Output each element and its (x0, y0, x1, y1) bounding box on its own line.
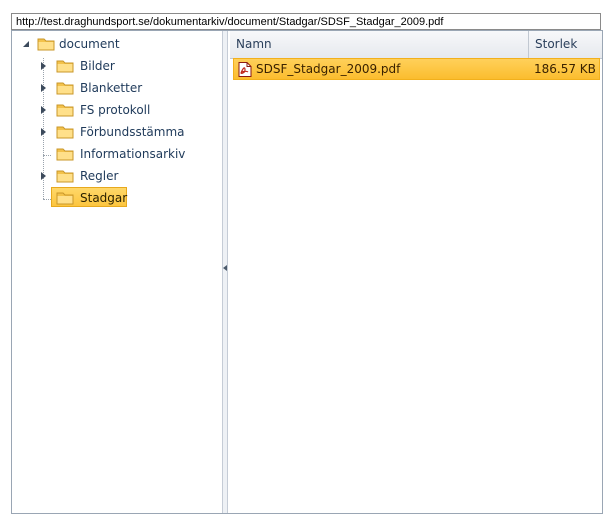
expand-arrow-icon[interactable] (40, 106, 48, 114)
tree-node-label: Stadgar (80, 191, 128, 205)
folder-icon (56, 104, 74, 117)
folder-icon (37, 38, 55, 51)
column-header-name[interactable]: Namn (230, 31, 529, 58)
tree-connector-line (43, 199, 51, 200)
folder-icon (56, 126, 74, 139)
folder-icon (56, 82, 74, 95)
url-field[interactable]: http://test.draghundsport.se/dokumentark… (11, 13, 601, 30)
tree-node-label: Regler (80, 169, 119, 183)
pdf-icon (238, 62, 252, 77)
folder-icon (56, 148, 74, 161)
grid-header: Namn Storlek (230, 31, 602, 59)
tree-node-label: Bilder (80, 59, 115, 73)
file-row[interactable]: SDSF_Stadgar_2009.pdf 186.57 KB (233, 58, 600, 80)
file-grid: Namn Storlek SDSF_Stadgar_2009.pdf 186.5… (230, 31, 602, 513)
tree-node-label: Förbundsstämma (80, 125, 185, 139)
pane-splitter[interactable] (222, 31, 228, 513)
tree-node-fs-protokoll[interactable]: FS protokoll (40, 100, 202, 120)
tree-node-label: FS protokoll (80, 103, 151, 117)
expand-arrow-icon[interactable] (40, 128, 48, 136)
file-name: SDSF_Stadgar_2009.pdf (256, 62, 401, 76)
file-explorer: document Bilder Blanketter FS protokoll … (11, 30, 603, 514)
folder-icon (56, 60, 74, 73)
tree-node-stadgar[interactable]: Stadgar (51, 187, 134, 208)
collapse-grip-icon[interactable] (223, 265, 227, 271)
tree-node-informationsarkiv[interactable]: Informationsarkiv (42, 144, 212, 164)
expand-arrow-icon[interactable] (40, 84, 48, 92)
tree-node-document[interactable]: document (22, 34, 172, 54)
folder-icon (56, 192, 74, 205)
tree-node-label: Informationsarkiv (80, 147, 186, 161)
file-size: 186.57 KB (534, 62, 596, 76)
column-header-size[interactable]: Storlek (529, 31, 602, 58)
collapse-arrow-icon[interactable] (22, 40, 30, 48)
tree-node-label: Blanketter (80, 81, 143, 95)
expand-arrow-icon[interactable] (40, 62, 48, 70)
folder-icon (56, 170, 74, 183)
tree-node-label: document (59, 37, 120, 51)
tree-node-blanketter[interactable]: Blanketter (40, 78, 202, 98)
tree-node-regler[interactable]: Regler (40, 166, 202, 186)
tree-node-forbundsstamma[interactable]: Förbundsstämma (40, 122, 212, 142)
folder-tree: document Bilder Blanketter FS protokoll … (12, 31, 222, 513)
tree-node-bilder[interactable]: Bilder (40, 56, 202, 76)
expand-arrow-icon[interactable] (40, 172, 48, 180)
